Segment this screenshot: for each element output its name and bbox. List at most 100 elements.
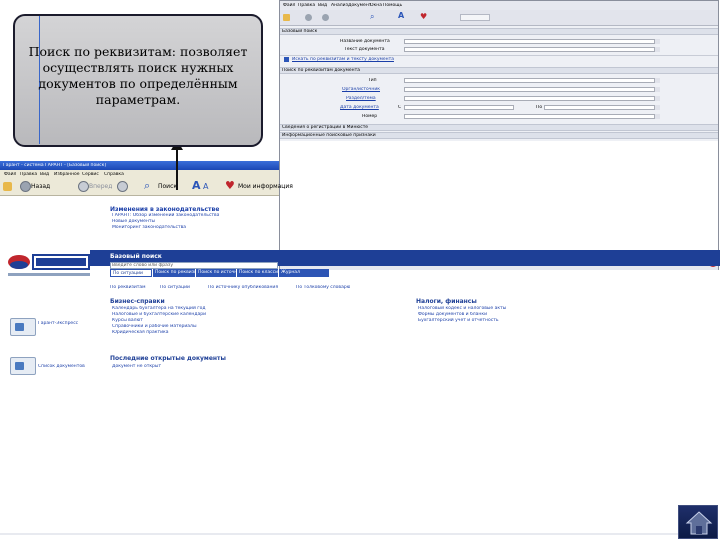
home-button[interactable] [678, 505, 718, 539]
field-label-link[interactable]: Дата документа [340, 105, 379, 110]
changes-link[interactable]: ГАРАНТ: Обзор изменений законодательства [112, 213, 219, 218]
doclist-icon [15, 362, 24, 370]
chevron-down-icon[interactable] [654, 39, 660, 44]
heart-icon[interactable]: ♥ [420, 13, 427, 21]
finance-link[interactable]: Бухгалтерский учет и отчетность [418, 318, 499, 323]
chevron-down-icon[interactable] [654, 105, 660, 110]
window-menu-item[interactable]: Файл [283, 3, 295, 8]
refresh-icon[interactable] [117, 181, 128, 192]
favorites-label[interactable]: Мои информация [238, 183, 293, 190]
field-label: Название документа [340, 39, 390, 44]
quick-link[interactable]: По реквизитам [110, 285, 146, 290]
menu-item[interactable]: Справка [104, 172, 124, 177]
field-label: Тип [368, 78, 377, 83]
window-menu-item[interactable]: Вид [318, 3, 327, 8]
date-from-label: С [398, 105, 402, 110]
date-to-label: По [536, 105, 543, 110]
window-menu-item[interactable]: Окна [370, 3, 382, 8]
express-label[interactable]: Гарант-Экспресс [38, 321, 88, 326]
search-placeholder: Введите слово или фразу [112, 263, 173, 268]
field-label-link[interactable]: Орган/источник [342, 87, 380, 92]
pointer-arrow [171, 140, 183, 190]
business-link[interactable]: Налоговые и бухгалтерские календари [112, 312, 206, 317]
tab-source[interactable]: Поиск по источнику [196, 269, 236, 277]
window-toolbar: ⌕ A ♥ [280, 10, 718, 26]
quick-link[interactable]: По Толковому словарю [296, 285, 350, 290]
topic-field[interactable] [404, 96, 660, 101]
heart-icon[interactable]: ♥ [225, 180, 235, 191]
chevron-down-icon[interactable] [654, 47, 660, 52]
number-field[interactable] [404, 114, 660, 119]
quick-link[interactable]: По ситуации [160, 285, 190, 290]
express-button[interactable] [10, 318, 36, 336]
menu-item[interactable]: Избранное [54, 172, 80, 177]
search-link[interactable]: Искать по реквизитам и тексту документа [292, 57, 394, 62]
menu-item[interactable]: Правка [20, 172, 37, 177]
menu-item[interactable]: Сервис [82, 172, 99, 177]
window-menu-item[interactable]: Правка [298, 3, 315, 8]
tab-journal[interactable]: Журнал [279, 269, 329, 277]
section-header[interactable]: Информационные поисковые признаки [280, 132, 718, 139]
section-header: Базовый поиск [280, 28, 718, 35]
info-combo[interactable] [460, 14, 490, 21]
business-link[interactable]: Курсы валют [112, 318, 143, 323]
quick-link[interactable]: По источнику опубликования [208, 285, 278, 290]
source-field[interactable] [404, 87, 660, 92]
font-size-icon[interactable]: A [192, 180, 201, 191]
business-link[interactable]: Календарь бухгалтера на текущий год [112, 306, 206, 311]
chevron-down-icon[interactable] [654, 87, 660, 92]
search-input[interactable]: Введите слово или фразу [110, 262, 278, 269]
type-field[interactable] [404, 78, 660, 83]
link-icon [284, 57, 289, 62]
doclist-label[interactable]: Список документов [38, 364, 85, 369]
search-window: Файл Правка Вид Анализ Документ Окна Пом… [279, 0, 719, 270]
back-icon[interactable] [20, 181, 31, 192]
title-field[interactable] [404, 39, 660, 44]
business-link[interactable]: Справочники и рабочие материалы [112, 324, 197, 329]
section-title: Поиск по реквизитам документа [282, 68, 360, 73]
window-menu-item[interactable]: Анализ [331, 3, 348, 8]
chevron-down-icon[interactable] [654, 114, 660, 119]
font-size-icon[interactable]: A [398, 12, 404, 20]
tab-requisites[interactable]: Поиск по реквизитам [153, 269, 195, 277]
menu-item[interactable]: Файл [4, 172, 16, 177]
date-to-field[interactable] [544, 105, 660, 110]
section-header: Поиск по реквизитам документа [280, 67, 718, 74]
back-icon[interactable] [305, 14, 312, 21]
bottom-strip [0, 533, 678, 535]
forward-label[interactable]: Вперед [89, 183, 112, 190]
section-title: Базовый поиск [282, 29, 318, 34]
text-field[interactable] [404, 47, 660, 52]
divider [280, 55, 718, 56]
changes-heading[interactable]: Изменения в законодательстве [110, 206, 219, 213]
finance-link[interactable]: Налоговый кодекс и налоговые акты [418, 306, 506, 311]
font-size-small-icon[interactable]: A [203, 183, 208, 191]
section-title: Сведения о регистрации в Минюсте [282, 125, 369, 130]
chevron-down-icon[interactable] [654, 96, 660, 101]
menu-item[interactable]: Вид [40, 172, 49, 177]
finance-link[interactable]: Формы документов и бланки [418, 312, 487, 317]
business-link[interactable]: Юридическая практика [112, 330, 169, 335]
forward-icon[interactable] [78, 181, 89, 192]
forward-icon[interactable] [322, 14, 329, 21]
changes-link[interactable]: Мониторинг законодательства [112, 225, 186, 230]
recent-link[interactable]: Документ не открыт [112, 364, 161, 369]
window-menu-item[interactable]: Документ [348, 3, 371, 8]
chevron-down-icon[interactable] [654, 78, 660, 83]
field-label-link[interactable]: Раздел/тема [346, 96, 376, 101]
date-from-field[interactable] [404, 105, 514, 110]
tab-classifier[interactable]: Поиск по классификатору [237, 269, 278, 277]
search-icon[interactable]: ⌕ [370, 13, 374, 21]
section-header[interactable]: Сведения о регистрации в Минюсте [280, 124, 718, 131]
tab-situation[interactable]: По ситуации [110, 269, 152, 277]
search-tabs: По ситуации Поиск по реквизитам Поиск по… [110, 269, 278, 277]
browser-menubar: Файл Правка Вид Избранное Сервис Справка [0, 170, 279, 178]
changes-link[interactable]: Новые документы [112, 219, 155, 224]
basic-search-title: Базовый поиск [110, 253, 162, 260]
folder-icon[interactable] [283, 14, 290, 21]
window-menu-item[interactable]: Помощь [383, 3, 402, 8]
folder-icon[interactable] [3, 182, 12, 191]
doclist-button[interactable] [10, 357, 36, 375]
back-label[interactable]: Назад [31, 183, 50, 190]
search-icon[interactable]: ⌕ [144, 180, 150, 191]
